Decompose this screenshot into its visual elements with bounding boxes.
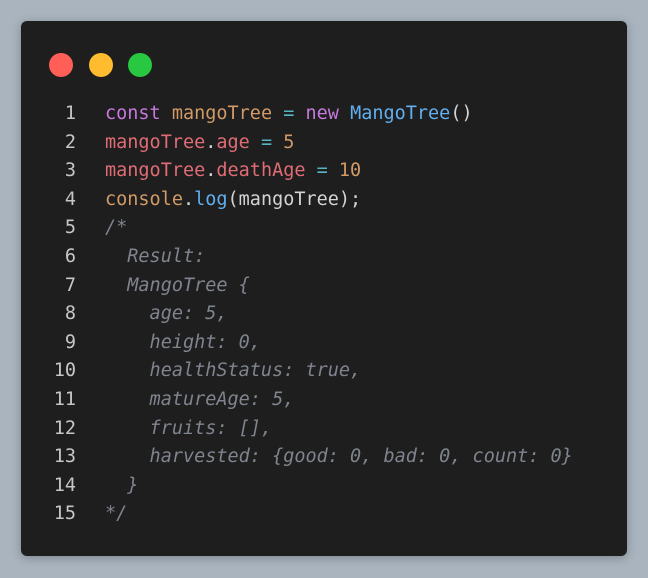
code-line: 3 mangoTree.deathAge = 10 — [21, 157, 627, 186]
line-number: 8 — [64, 303, 76, 325]
line-number: 12 — [53, 417, 76, 439]
code-token: matureAge: 5, — [105, 388, 295, 410]
code-token: = — [260, 131, 273, 153]
code-token: . — [182, 188, 195, 210]
code-token: . — [205, 131, 217, 153]
code-token: healthStatus: true, — [105, 360, 362, 382]
code-token: MangoTree { — [105, 274, 250, 296]
code-token: . — [205, 160, 217, 182]
line-number: 9 — [64, 331, 76, 353]
maximize-window-icon[interactable] — [128, 53, 152, 77]
line-number: 4 — [64, 188, 76, 210]
code-line: 1 const mangoTree = new MangoTree() — [21, 100, 627, 129]
code-token: const — [105, 103, 161, 124]
code-token: = — [283, 103, 295, 124]
code-token: (mangoTree); — [227, 188, 362, 210]
code-token: MangoTree — [350, 103, 451, 124]
code-token: harvested: {good: 0, bad: 0, count: 0} — [105, 446, 573, 468]
code-text: harvested: {good: 0, bad: 0, count: 0} — [105, 443, 573, 472]
code-text: MangoTree { — [105, 272, 250, 301]
code-token: () — [450, 103, 473, 124]
code-line: 13 harvested: {good: 0, bad: 0, count: 0… — [21, 443, 627, 472]
code-line: 15 */ — [21, 500, 627, 529]
code-token: deathAge — [216, 160, 306, 182]
code-token: /* — [105, 217, 128, 239]
code-text: fruits: [], — [105, 415, 273, 444]
code-text: Result: — [105, 243, 205, 272]
code-text: } — [105, 472, 138, 501]
code-line: 10 healthStatus: true, — [21, 357, 627, 386]
code-line: 8 age: 5, — [21, 300, 627, 329]
code-text: healthStatus: true, — [105, 357, 362, 386]
code-token: mangoTree — [105, 131, 206, 153]
code-text: matureAge: 5, — [105, 386, 295, 415]
code-token: 5 — [283, 131, 295, 153]
code-line: 5 /* — [21, 214, 627, 243]
code-token: */ — [105, 503, 128, 525]
code-token: log — [194, 188, 228, 210]
code-line: 12 fruits: [], — [21, 415, 627, 444]
code-line: 11 matureAge: 5, — [21, 386, 627, 415]
code-text: age: 5, — [105, 300, 228, 329]
code-line: 4 console.log(mangoTree); — [21, 186, 627, 215]
code-line: 7 MangoTree { — [21, 272, 627, 301]
line-number: 14 — [53, 474, 76, 496]
code-line: 6 Result: — [21, 243, 627, 272]
code-text: */ — [105, 500, 127, 529]
code-token: 10 — [338, 160, 362, 182]
code-token: } — [105, 474, 139, 496]
code-text: const mangoTree = new MangoTree() — [105, 100, 473, 129]
line-number: 6 — [64, 245, 76, 267]
line-number: 10 — [53, 360, 76, 382]
code-text: mangoTree.deathAge = 10 — [105, 157, 361, 186]
code-token: age — [216, 131, 250, 153]
code-token: console — [105, 188, 183, 210]
code-line: 9 height: 0, — [21, 329, 627, 358]
line-number: 2 — [64, 131, 76, 153]
code-text: height: 0, — [105, 329, 261, 358]
code-text: console.log(mangoTree); — [105, 186, 361, 215]
line-number: 15 — [53, 503, 76, 525]
code-text: /* — [105, 214, 127, 243]
code-token: mangoTree — [105, 160, 206, 182]
line-number: 5 — [64, 217, 76, 239]
code-token: fruits: [], — [105, 417, 273, 439]
line-number: 13 — [53, 446, 76, 468]
minimize-window-icon[interactable] — [89, 53, 113, 77]
code-token: mangoTree — [171, 103, 273, 124]
code-block: 1 const mangoTree = new MangoTree() 2 mango… — [21, 100, 627, 529]
line-number: 7 — [64, 274, 76, 296]
line-number: 1 — [64, 103, 76, 124]
code-line: 2 mangoTree.age = 5 — [21, 129, 627, 158]
code-token: new — [305, 103, 339, 124]
code-token: height: 0, — [105, 331, 261, 353]
code-line: 14 } — [21, 472, 627, 501]
code-text: mangoTree.age = 5 — [105, 129, 294, 158]
code-token: age: 5, — [105, 303, 228, 325]
close-window-icon[interactable] — [49, 53, 73, 77]
code-token: = — [316, 160, 328, 182]
code-token: Result: — [105, 245, 206, 267]
line-number: 11 — [53, 388, 76, 410]
code-window: 1 const mangoTree = new MangoTree() 2 mango… — [21, 21, 627, 556]
line-number: 3 — [64, 160, 76, 182]
